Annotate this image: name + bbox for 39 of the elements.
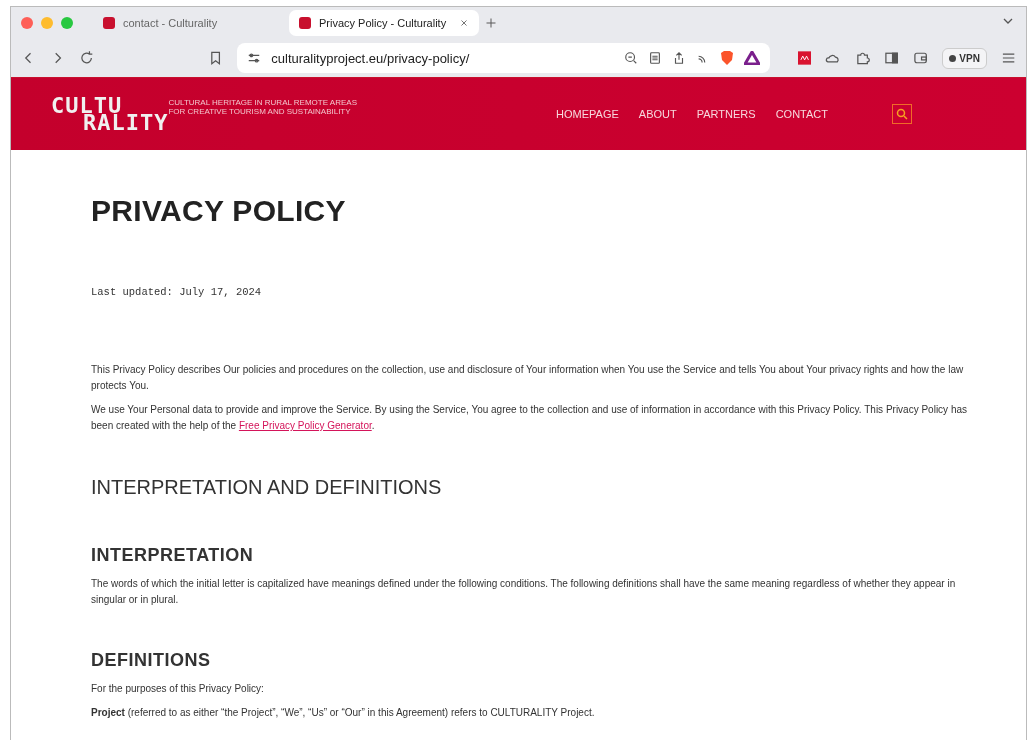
subsection-heading: INTERPRETATION [91,545,255,566]
browser-tab[interactable]: contact - Culturality [93,10,283,36]
tagline: CULTURAL HERITAGE IN RURAL REMOTE AREAS FOR CREATIVE TOURISM AND SUSTAINABILITY [168,98,357,116]
reader-icon[interactable] [648,51,663,65]
page-title: PRIVACY POLICY [91,194,347,228]
address-bar[interactable]: culturalityproject.eu/privacy-policy/ [237,43,771,73]
nav-link[interactable]: CONTACT [775,108,828,120]
paragraph: For the purposes of this Privacy Policy: [91,682,265,696]
reload-icon[interactable] [79,50,95,66]
zoom-dot[interactable] [61,17,73,29]
wallet-icon[interactable] [913,50,929,66]
close-icon[interactable] [459,17,469,28]
site-logo[interactable]: CULTU RALITY [51,97,169,131]
section-heading: INTERPRETATION AND DEFINITIONS [91,476,443,499]
nav-link[interactable]: PARTNERS [696,108,756,120]
puzzle-icon[interactable] [854,50,870,66]
favicon-icon [103,17,115,29]
vpn-button[interactable]: VPN [942,47,987,69]
paragraph: The words of which the initial letter is capitalized have meanings defined under the following conditions. The following definitions shall have the same meaning regardless of whether they appear in singular or in plural. [91,577,957,607]
triangle-icon[interactable] [744,51,761,65]
minimize-dot[interactable] [41,17,53,29]
close-dot[interactable] [21,17,33,29]
search-button[interactable] [892,104,912,124]
settings-icon[interactable] [247,51,262,65]
sidebar-icon[interactable] [883,50,900,66]
nav-link[interactable]: HOMEPAGE [556,108,619,120]
subsection-heading: DEFINITIONS [91,650,212,671]
status-dot-icon [949,54,957,62]
paragraph: This Privacy Policy describes Our policies and procedures on the collection, use and disclosure of Your information when You use the Service and tells You about Your privacy rights and how the law protects You. [91,363,965,393]
new-tab-icon[interactable] [485,17,497,29]
generator-link[interactable]: Free Privacy Policy Generator [238,420,372,431]
paragraph: Project (referred to as either “the Project”, “We”, “Us” or “Our” in this Agreement) refers to CULTURALITY Project. [91,706,596,720]
nav-link[interactable]: ABOUT [638,108,677,120]
last-updated-text: Last updated: July 17, 2024 [91,286,263,298]
paragraph: We use Your Personal data to provide and improve the Service. By using the Service, You agree to the collection and use of information in accordance with this Privacy Policy. This Privacy Policy has been created with the help of the Free Privacy Policy Generator. [91,403,969,433]
browser-tab[interactable]: Privacy Policy - Culturality [289,10,479,36]
zoom-out-icon[interactable] [624,51,639,65]
favicon-icon [299,17,311,29]
extension-icon[interactable] [798,51,812,65]
